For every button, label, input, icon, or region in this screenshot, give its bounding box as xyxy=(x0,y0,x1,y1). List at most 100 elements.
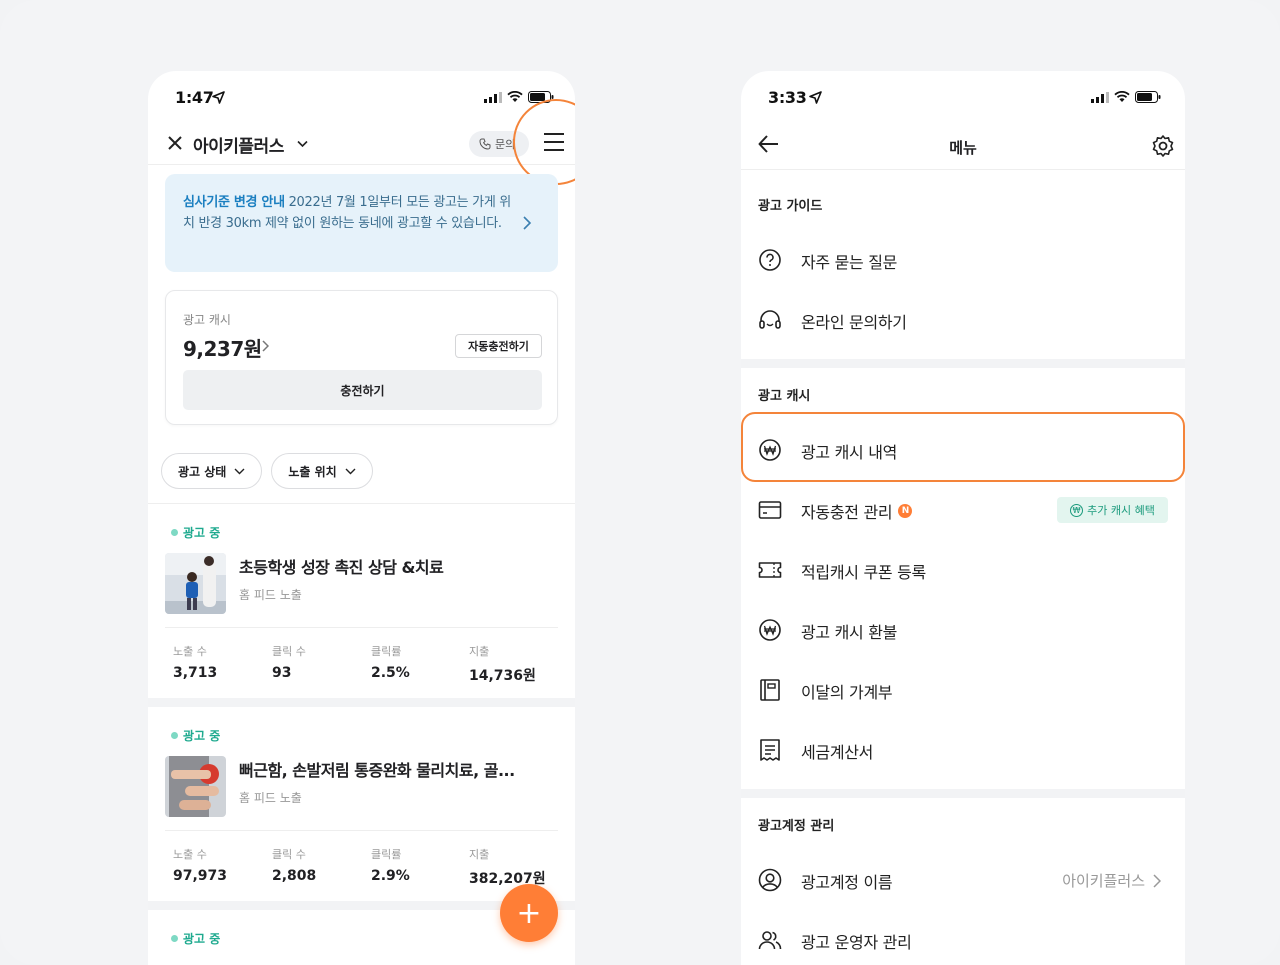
filter-bar: 광고 상태 노출 위치 xyxy=(161,453,373,489)
section-title-account: 광고계정 관리 xyxy=(758,819,835,834)
stat-spend: 지출 14,736원 xyxy=(469,645,536,684)
signal-icon xyxy=(1091,91,1109,103)
ticket-icon xyxy=(758,562,782,578)
charge-button[interactable]: 충전하기 xyxy=(183,370,542,410)
menu-item-faq[interactable]: 자주 묻는 질문 xyxy=(741,230,1185,290)
location-arrow-icon xyxy=(212,91,225,104)
stat-impressions: 노출 수 97,973 xyxy=(173,848,228,884)
signal-icon xyxy=(484,91,502,103)
stat-clicks: 클릭 수 93 xyxy=(272,645,306,681)
stat-impressions: 노출 수 3,713 xyxy=(173,645,218,681)
filter-ad-status[interactable]: 광고 상태 xyxy=(161,453,263,489)
filter-placement[interactable]: 노출 위치 xyxy=(271,453,373,489)
close-icon[interactable] xyxy=(167,135,183,151)
card-icon xyxy=(758,501,782,519)
battery-icon xyxy=(1135,91,1161,103)
ad-list-item[interactable]: 광고 중 뻐근함, 손발저림 통증완화 물리치료, 골... 홈 피드 노출 노… xyxy=(148,707,575,901)
status-time: 1:47 xyxy=(175,88,214,107)
ad-cash-card: 광고 캐시 9,237원 자동충전하기 충전하기 xyxy=(165,290,558,425)
section-gap xyxy=(741,359,1185,368)
menu-item-label: 이달의 가계부 xyxy=(801,683,893,702)
stat-spend: 지출 382,207원 xyxy=(469,848,546,887)
account-name-value: 아이키플러스 xyxy=(1062,870,1161,891)
filter-label: 광고 상태 xyxy=(178,464,227,479)
cash-amount[interactable]: 9,237원 xyxy=(183,333,262,362)
status-bar: 1:47 xyxy=(148,71,575,121)
new-badge: N xyxy=(898,504,913,518)
ad-list-item[interactable]: 광고 중 초등학생 성장 촉진 상담 &치료 홈 피드 노출 노출 수 3,713… xyxy=(148,504,575,698)
menu-item-online-inquiry[interactable]: 온라인 문의하기 xyxy=(741,290,1185,350)
chevron-right-icon xyxy=(523,216,532,230)
status-time: 3:33 xyxy=(768,88,807,107)
auto-charge-button[interactable]: 자동충전하기 xyxy=(455,334,542,358)
menu-item-cash-refund[interactable]: 광고 캐시 환불 xyxy=(741,600,1185,660)
stat-ctr: 클릭률 2.9% xyxy=(371,848,410,884)
stat-clicks: 클릭 수 2,808 xyxy=(272,848,317,884)
divider xyxy=(165,627,558,628)
filter-label: 노출 위치 xyxy=(288,464,337,479)
won-coin-icon: ₩ xyxy=(1070,503,1084,517)
divider xyxy=(165,830,558,831)
wifi-icon xyxy=(507,91,523,102)
section-gap xyxy=(741,789,1185,798)
menu-item-label: 광고계정 이름 xyxy=(801,873,893,892)
headset-icon xyxy=(759,310,781,329)
menu-item-label: 자주 묻는 질문 xyxy=(801,253,898,272)
menu-item-tax-invoice[interactable]: 세금계산서 xyxy=(741,720,1185,780)
ad-status-badge: 광고 중 xyxy=(171,727,220,744)
add-ad-fab[interactable]: + xyxy=(500,884,558,942)
receipt-icon xyxy=(760,739,780,761)
menu-item-label: 적립캐시 쿠폰 등록 xyxy=(801,563,926,582)
gear-icon[interactable] xyxy=(1151,134,1175,158)
section-title-ad-guide: 광고 가이드 xyxy=(758,199,823,214)
cash-label: 광고 캐시 xyxy=(183,313,231,327)
status-bar: 3:33 xyxy=(741,71,1185,121)
menu-header: 메뉴 xyxy=(741,121,1185,170)
menu-item-label: 온라인 문의하기 xyxy=(801,313,907,332)
ad-title: 뻐근함, 손발저림 통증완화 물리치료, 골... xyxy=(239,761,515,780)
menu-item-label: 광고 캐시 환불 xyxy=(801,623,898,642)
status-icons xyxy=(1091,91,1161,103)
policy-notice-banner[interactable]: 심사기준 변경 안내 2022년 7월 1일부터 모든 광고는 가게 위치 반경… xyxy=(165,174,558,272)
chevron-down-icon xyxy=(345,468,356,474)
cash-history-highlight xyxy=(741,412,1185,482)
chevron-down-icon[interactable] xyxy=(297,140,308,148)
page-title: 메뉴 xyxy=(949,139,977,157)
ledger-icon xyxy=(760,679,780,701)
ad-status-badge: 광고 중 xyxy=(171,524,220,541)
question-icon xyxy=(759,249,781,271)
ad-placement: 홈 피드 노출 xyxy=(239,791,302,805)
section-title-ad-cash: 광고 캐시 xyxy=(758,389,811,404)
ad-title: 초등학생 성장 촉진 상담 &치료 xyxy=(239,558,444,577)
menu-item-account-name[interactable]: 광고계정 이름 아이키플러스 xyxy=(741,850,1185,910)
menu-screen: 3:33 메뉴 광고 가이드 자주 묻는 질문 온라인 문의하기 광고 캐시 광… xyxy=(741,71,1185,965)
chevron-right-icon[interactable] xyxy=(262,340,269,352)
chevron-right-icon xyxy=(1153,873,1161,888)
menu-item-monthly-ledger[interactable]: 이달의 가계부 xyxy=(741,660,1185,720)
menu-item-label: 자동충전 관리 N xyxy=(801,499,913,523)
stat-ctr: 클릭률 2.5% xyxy=(371,645,410,681)
menu-item-operators[interactable]: 광고 운영자 관리 xyxy=(741,910,1185,965)
screenshot-frame: 1:47 아이키플러스 문의 심사기준 변경 안내 2022년 7월 1일부터 … xyxy=(0,0,1280,965)
users-icon xyxy=(758,931,782,950)
menu-item-auto-charge[interactable]: 자동충전 관리 N ₩ 추가 캐시 혜택 xyxy=(741,480,1185,540)
chevron-down-icon xyxy=(234,468,245,474)
bonus-cash-tag[interactable]: ₩ 추가 캐시 혜택 xyxy=(1057,497,1168,523)
won-coin-icon xyxy=(759,619,781,641)
ad-placement: 홈 피드 노출 xyxy=(239,588,302,602)
menu-item-coupon-register[interactable]: 적립캐시 쿠폰 등록 xyxy=(741,540,1185,600)
account-title[interactable]: 아이키플러스 xyxy=(193,132,284,157)
user-circle-icon xyxy=(758,868,782,892)
ad-thumbnail xyxy=(165,553,226,614)
wifi-icon xyxy=(1114,91,1130,102)
ads-dashboard-screen: 1:47 아이키플러스 문의 심사기준 변경 안내 2022년 7월 1일부터 … xyxy=(148,71,575,965)
menu-item-label: 세금계산서 xyxy=(801,743,874,762)
ad-status-badge: 광고 중 xyxy=(171,930,220,947)
menu-item-label: 광고 운영자 관리 xyxy=(801,933,912,952)
location-arrow-icon xyxy=(809,91,822,104)
account-header: 아이키플러스 문의 xyxy=(148,121,575,165)
ad-thumbnail xyxy=(165,756,226,817)
notice-headline: 심사기준 변경 안내 xyxy=(183,195,285,210)
phone-icon xyxy=(479,138,491,150)
section-gap xyxy=(148,698,575,707)
